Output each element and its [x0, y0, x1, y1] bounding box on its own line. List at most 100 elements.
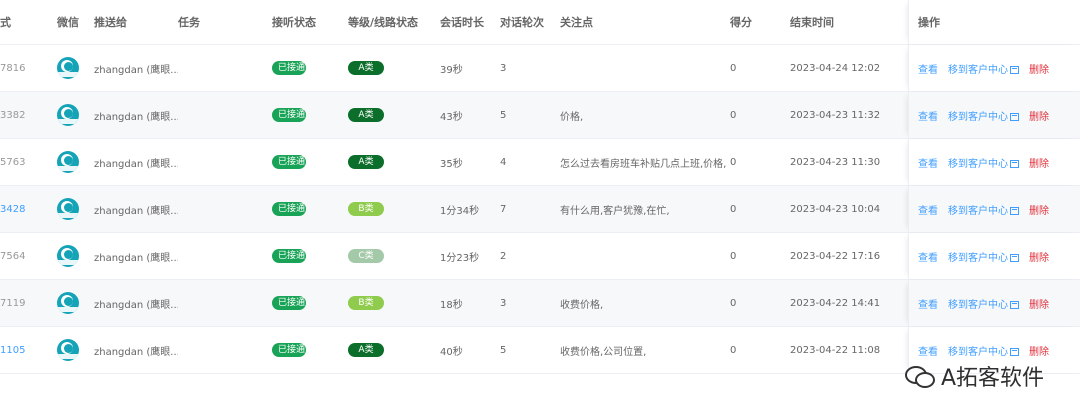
- move-to-customer-link[interactable]: 移到客户中心: [948, 61, 1019, 76]
- level-cell: C类: [348, 249, 440, 263]
- ops-cell: 查看 移到客户中心 删除: [908, 186, 1080, 232]
- view-link[interactable]: 查看: [918, 202, 938, 217]
- col-focus-header: 关注点: [560, 16, 593, 29]
- wechat-cell: [50, 198, 86, 220]
- wechat-cell: [50, 339, 86, 361]
- move-to-customer-link[interactable]: 移到客户中心: [948, 249, 1019, 264]
- view-link[interactable]: 查看: [918, 108, 938, 123]
- row-id[interactable]: 3428: [0, 204, 50, 215]
- level-badge: A类: [348, 108, 384, 122]
- wechat-avatar-icon[interactable]: [57, 57, 79, 79]
- view-link[interactable]: 查看: [918, 249, 938, 264]
- listen-status-cell: 已接通: [272, 61, 348, 75]
- listen-status-cell: 已接通: [272, 343, 348, 357]
- focus-cell: 收费价格,: [560, 299, 604, 311]
- end-time-cell: 2023-04-23 10:04: [790, 203, 881, 215]
- level-cell: A类: [348, 343, 440, 357]
- move-label: 移到客户中心: [948, 299, 1008, 311]
- push-to-cell: zhangdan (鹰眼...: [94, 158, 178, 170]
- listen-status-cell: 已接通: [272, 296, 348, 310]
- end-time-cell: 2023-04-22 11:08: [790, 344, 881, 356]
- open-external-icon: [1010, 112, 1019, 121]
- score-cell: 0: [730, 109, 737, 121]
- open-external-icon: [1010, 300, 1019, 309]
- row-id: 7564: [0, 250, 26, 262]
- wechat-avatar-icon[interactable]: [57, 339, 79, 361]
- view-link[interactable]: 查看: [918, 155, 938, 170]
- wechat-avatar-icon[interactable]: [57, 292, 79, 314]
- delete-link[interactable]: 删除: [1029, 108, 1049, 123]
- push-to-cell: zhangdan (鹰眼...: [94, 346, 178, 358]
- push-to-cell: zhangdan (鹰眼...: [94, 111, 178, 123]
- col-end-time-header: 结束时间: [790, 16, 834, 29]
- connected-badge: 已接通: [272, 108, 306, 122]
- duration-cell: 43秒: [440, 111, 463, 123]
- wechat-avatar-icon[interactable]: [57, 245, 79, 267]
- rounds-cell: 5: [500, 109, 507, 121]
- duration-cell: 35秒: [440, 158, 463, 170]
- push-to-cell: zhangdan (鹰眼...: [94, 205, 178, 217]
- delete-link[interactable]: 删除: [1029, 61, 1049, 76]
- level-cell: A类: [348, 155, 440, 169]
- push-to-cell: zhangdan (鹰眼...: [94, 252, 178, 264]
- connected-badge: 已接通: [272, 343, 306, 357]
- view-link[interactable]: 查看: [918, 61, 938, 76]
- table-row: 7564 zhangdan (鹰眼... 已接通 C类 1分23秒 2 0 2023-04-2…: [0, 233, 1080, 280]
- end-time-cell: 2023-04-22 17:16: [790, 250, 881, 262]
- duration-cell: 1分34秒: [440, 205, 480, 217]
- move-label: 移到客户中心: [948, 252, 1008, 264]
- watermark-text: A拓客软件: [940, 366, 1044, 391]
- wechat-cell: [50, 245, 86, 267]
- duration-cell: 1分23秒: [440, 252, 480, 264]
- delete-link[interactable]: 删除: [1029, 155, 1049, 170]
- wechat-cell: [50, 104, 86, 126]
- end-time-cell: 2023-04-23 11:32: [790, 109, 881, 121]
- col-listen-header: 接听状态: [272, 16, 316, 29]
- open-external-icon: [1010, 347, 1019, 356]
- rounds-cell: 2: [500, 250, 507, 262]
- move-to-customer-link[interactable]: 移到客户中心: [948, 343, 1019, 358]
- focus-cell: 怎么过去看房班车补贴几点上班,价格,: [560, 158, 727, 170]
- connected-badge: 已接通: [272, 155, 306, 169]
- row-id[interactable]: 1105: [0, 345, 50, 356]
- wechat-cell: [50, 57, 86, 79]
- level-badge: C类: [348, 249, 384, 263]
- ops-cell: 查看 移到客户中心 删除: [908, 45, 1080, 91]
- wechat-avatar-icon[interactable]: [57, 151, 79, 173]
- delete-link[interactable]: 删除: [1029, 249, 1049, 264]
- level-badge: A类: [348, 343, 384, 357]
- ops-cell: 查看 移到客户中心 删除: [908, 139, 1080, 185]
- duration-cell: 39秒: [440, 64, 463, 76]
- focus-cell: 收费价格,公司位置,: [560, 346, 647, 358]
- level-cell: A类: [348, 61, 440, 75]
- move-to-customer-link[interactable]: 移到客户中心: [948, 155, 1019, 170]
- level-badge: A类: [348, 155, 384, 169]
- view-link[interactable]: 查看: [918, 343, 938, 358]
- wechat-avatar-icon[interactable]: [57, 198, 79, 220]
- delete-link[interactable]: 删除: [1029, 343, 1049, 358]
- table-row: 7119 zhangdan (鹰眼... 已接通 B类 18秒 3 收费价格, 0 2023-0…: [0, 280, 1080, 327]
- view-link[interactable]: 查看: [918, 296, 938, 311]
- wechat-cell: [50, 292, 86, 314]
- delete-link[interactable]: 删除: [1029, 296, 1049, 311]
- row-id: 7816: [0, 62, 26, 74]
- ops-cell: 查看 移到客户中心 删除: [908, 92, 1080, 138]
- wechat-avatar-icon[interactable]: [57, 104, 79, 126]
- rounds-cell: 4: [500, 156, 507, 168]
- move-to-customer-link[interactable]: 移到客户中心: [948, 202, 1019, 217]
- col-duration-header: 会话时长: [440, 16, 484, 29]
- move-to-customer-link[interactable]: 移到客户中心: [948, 108, 1019, 123]
- delete-link[interactable]: 删除: [1029, 202, 1049, 217]
- col-id-header: 式: [0, 16, 11, 29]
- col-rounds-header: 对话轮次: [500, 16, 544, 29]
- move-to-customer-link[interactable]: 移到客户中心: [948, 296, 1019, 311]
- move-label: 移到客户中心: [948, 111, 1008, 123]
- score-cell: 0: [730, 250, 737, 262]
- table-row: 7816 zhangdan (鹰眼... 已接通 A类 39秒 3 0 2023-04-24 …: [0, 45, 1080, 92]
- open-external-icon: [1010, 253, 1019, 262]
- score-cell: 0: [730, 156, 737, 168]
- listen-status-cell: 已接通: [272, 108, 348, 122]
- call-records-table: 式 微信 推送给 任务 接听状态 等级/线路状态 会话时长 对话轮次 关注点 得…: [0, 0, 1080, 374]
- move-label: 移到客户中心: [948, 64, 1008, 76]
- connected-badge: 已接通: [272, 296, 306, 310]
